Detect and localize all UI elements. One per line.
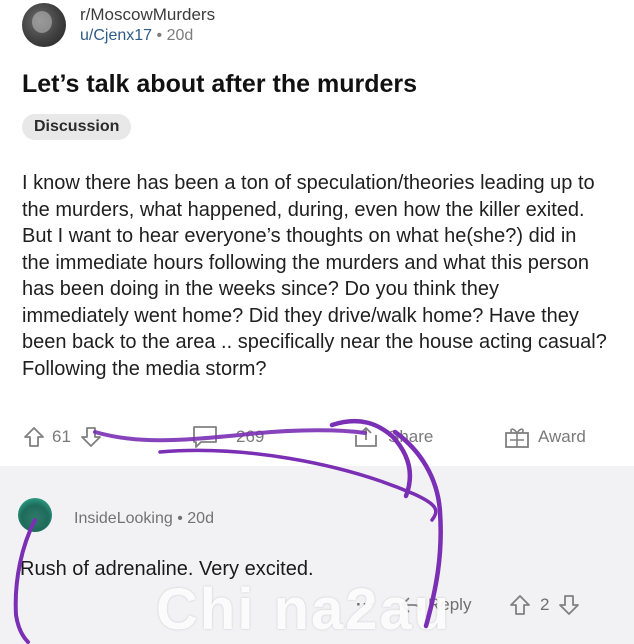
watermark-text: Chi na2au <box>156 577 452 642</box>
share-label: Share <box>388 427 434 446</box>
meta-separator: • <box>156 26 163 44</box>
upvote-icon[interactable] <box>508 593 532 617</box>
share-button[interactable]: Share <box>352 422 433 452</box>
author-username[interactable]: u/Cjenx17 <box>80 27 152 44</box>
comment-vote-count: 2 <box>540 595 550 614</box>
commenter-avatar[interactable] <box>18 498 52 532</box>
comment-icon <box>193 426 217 448</box>
user-line: u/Cjenx17 • 20d <box>80 26 215 46</box>
comment-vote-group: 2 <box>508 590 581 620</box>
award-button[interactable]: Award <box>502 422 586 452</box>
comment-meta-separator: • <box>177 510 183 527</box>
post-actions: 61 269 Share Award <box>22 422 612 452</box>
commenter-username[interactable]: InsideLooking <box>74 510 173 527</box>
downvote-icon[interactable] <box>79 425 103 449</box>
post-header: r/MoscowMurders u/Cjenx17 • 20d <box>22 2 215 48</box>
post-flair[interactable]: Discussion <box>22 114 132 140</box>
upvote-icon[interactable] <box>22 425 46 449</box>
upvote-count: 61 <box>52 427 71 446</box>
post-body: I know there has been a ton of speculati… <box>22 172 607 380</box>
post-meta: r/MoscowMurders u/Cjenx17 • 20d <box>80 5 215 46</box>
post-age: 20d <box>166 26 194 44</box>
post-title[interactable]: Let’s talk about after the murders <box>22 68 417 100</box>
downvote-icon[interactable] <box>557 593 581 617</box>
award-icon <box>505 428 529 448</box>
comment-age: 20d <box>187 510 214 527</box>
subreddit-avatar[interactable] <box>22 3 66 47</box>
comment-count: 269 <box>236 427 265 446</box>
upvote-group: 61 <box>22 422 103 452</box>
share-icon <box>355 427 377 447</box>
award-label: Award <box>538 427 586 446</box>
subreddit-name[interactable]: r/MoscowMurders <box>80 5 215 25</box>
comment-header: InsideLooking • 20d <box>74 509 214 529</box>
comments-button[interactable]: 269 <box>190 422 264 452</box>
